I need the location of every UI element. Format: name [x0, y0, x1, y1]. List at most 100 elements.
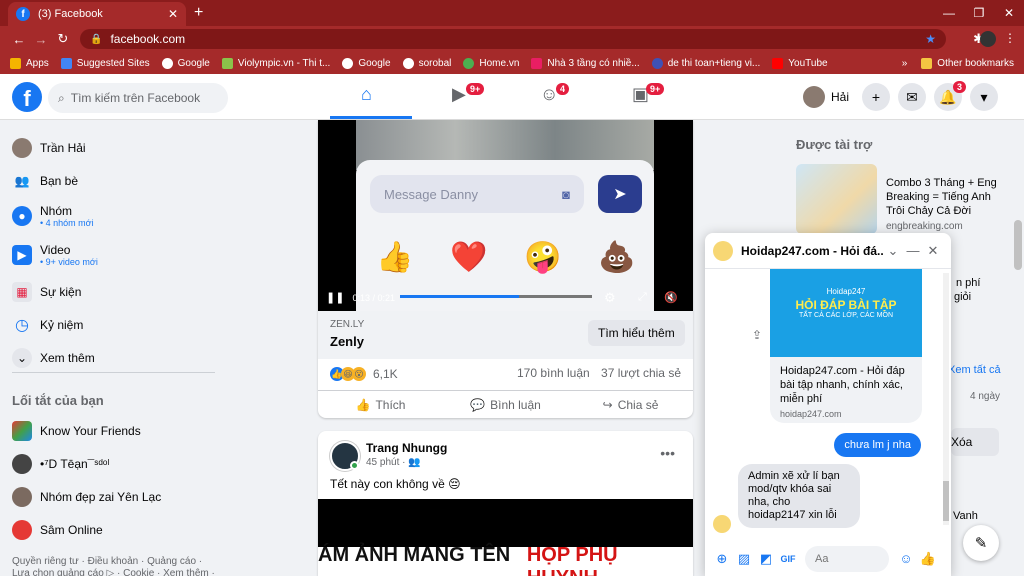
- sticker-icon[interactable]: ◩: [755, 551, 777, 567]
- more-options-icon[interactable]: •••: [660, 445, 675, 461]
- bookmark-nha-3-tang[interactable]: Nhà 3 tầng có nhiề...: [531, 57, 640, 69]
- facebook-logo[interactable]: f: [12, 82, 42, 112]
- browser-menu-icon[interactable]: ⋮: [1004, 31, 1016, 45]
- sidebar-item-sub: • 4 nhóm mới: [40, 218, 94, 228]
- game-icon: [12, 520, 32, 540]
- new-message-compose-icon[interactable]: ✎: [963, 525, 999, 561]
- violympic-icon: [221, 57, 233, 69]
- bookmark-google-2[interactable]: Google: [342, 57, 391, 69]
- plus-circle-icon[interactable]: ⊕: [711, 551, 733, 567]
- link-preview-card[interactable]: Hoidap247 HỎI ĐÁP BÀI TẬP TẤT CẢ CÁC LỚP…: [770, 269, 922, 423]
- active-tab-indicator: [330, 116, 412, 119]
- mute-icon[interactable]: 🔇: [664, 291, 678, 304]
- sidebar-item-events[interactable]: ▦ Sự kiện: [12, 282, 81, 302]
- page-scrollbar[interactable]: [1012, 120, 1024, 576]
- thumbs-up-send-icon[interactable]: 👍: [917, 551, 939, 567]
- messenger-chat-window: Hoidap247.com - Hỏi đá... ⌄ — ✕ ⇪ Hoidap…: [705, 233, 951, 576]
- minimize-icon[interactable]: —: [934, 0, 964, 26]
- photo-icon[interactable]: ▨: [733, 551, 755, 567]
- minimize-chat-icon[interactable]: —: [903, 243, 923, 258]
- card-brand: Hoidap247: [826, 287, 866, 296]
- sidebar-item-friends[interactable]: 👥 Bạn bè: [12, 171, 79, 191]
- bookmark-suggested-sites[interactable]: Suggested Sites: [60, 57, 150, 69]
- reload-icon[interactable]: ↻: [52, 31, 74, 47]
- delete-button[interactable]: Xóa: [951, 428, 999, 456]
- close-window-icon[interactable]: ✕: [994, 0, 1024, 26]
- pause-icon[interactable]: ❚❚: [326, 291, 344, 304]
- gif-icon[interactable]: GIF: [777, 554, 799, 564]
- maximize-icon[interactable]: ❐: [964, 0, 994, 26]
- scrollbar-thumb[interactable]: [943, 481, 949, 521]
- post-media[interactable]: ÁM ẢNH MANG TÊN - HỌP PHỤ HUYNH: [318, 499, 693, 576]
- footer-links[interactable]: Quyền riêng tư · Điều khoản · Quảng cáo …: [12, 556, 222, 576]
- settings-gear-icon[interactable]: ⚙: [604, 290, 616, 306]
- chat-scrollbar[interactable]: [943, 273, 949, 525]
- bookmark-youtube[interactable]: YouTube: [772, 57, 828, 69]
- like-button[interactable]: 👍 Thích: [318, 391, 443, 418]
- address-toolbar: ← → ↻ 🔒 facebook.com ★ ✱ ⋮: [0, 26, 1024, 52]
- sidebar-item-groups[interactable]: ● Nhóm • 4 nhóm mới: [12, 204, 94, 228]
- message-input[interactable]: [805, 545, 889, 572]
- see-all-link[interactable]: Xem tất cả: [948, 364, 1001, 376]
- ad-thumbnail[interactable]: [796, 164, 877, 234]
- sidebar-item-memories[interactable]: ◷ Kỷ niệm: [12, 315, 83, 335]
- folder-icon: [921, 57, 933, 69]
- bookmark-de-thi[interactable]: de thi toan+tieng vi...: [651, 57, 760, 69]
- shortcut-item[interactable]: Know Your Friends: [12, 421, 141, 441]
- create-button[interactable]: +: [862, 83, 890, 111]
- bookmark-star-icon[interactable]: ★: [925, 32, 936, 46]
- comments-count[interactable]: 170 bình luận: [517, 366, 590, 380]
- post-actions: 👍 Thích 💬 Bình luận ↪ Chia sẻ: [318, 390, 693, 418]
- close-chat-icon[interactable]: ✕: [923, 243, 943, 259]
- bookmark-google[interactable]: Google: [161, 57, 210, 69]
- sidebar-item-video[interactable]: ▶ Video • 9+ video mới: [12, 243, 98, 267]
- right-peek-text: Vanh: [953, 510, 978, 522]
- ad-text[interactable]: Combo 3 Tháng + Eng Breaking = Tiếng Anh…: [886, 176, 1012, 218]
- post-time[interactable]: 45 phút · 👥: [366, 457, 421, 468]
- sidebar-item-label: Sự kiện: [40, 285, 82, 299]
- profile-avatar[interactable]: [980, 31, 996, 47]
- video-player[interactable]: Message Danny ◙ ➤ 👍 ❤️ 🤪 💩 ❚❚ 0:13 / 0:2…: [318, 120, 693, 311]
- avatar[interactable]: [330, 441, 360, 471]
- account-menu-chevron-icon[interactable]: ▾: [970, 83, 998, 111]
- home-icon[interactable]: ⌂: [361, 84, 372, 105]
- close-tab-icon[interactable]: ✕: [168, 7, 178, 21]
- bookmark-homevn[interactable]: Home.vn: [463, 57, 519, 69]
- learn-more-button[interactable]: Tìm hiểu thêm: [588, 320, 685, 346]
- more-bookmarks-button[interactable]: »: [902, 58, 908, 69]
- post-author[interactable]: Trang Nhungg: [366, 441, 447, 455]
- video-message-placeholder: Message Danny: [384, 186, 478, 202]
- video-progress-fill: [400, 295, 520, 298]
- messenger-icon[interactable]: ✉: [898, 83, 926, 111]
- back-icon[interactable]: ←: [8, 32, 30, 47]
- url-bar[interactable]: 🔒 facebook.com ★: [80, 29, 946, 49]
- new-tab-button[interactable]: +: [194, 4, 203, 22]
- fullscreen-icon[interactable]: ⤢: [638, 291, 647, 304]
- scrollbar-thumb[interactable]: [1014, 220, 1022, 270]
- browser-tab[interactable]: f (3) Facebook ✕: [8, 2, 186, 26]
- video-progress-bar[interactable]: [400, 295, 592, 298]
- bookmark-apps[interactable]: Apps: [10, 57, 49, 69]
- shares-count[interactable]: 37 lượt chia sẻ: [601, 366, 681, 380]
- chat-header[interactable]: Hoidap247.com - Hỏi đá... ⌄ — ✕: [705, 233, 951, 269]
- emoji-icon[interactable]: ☺: [895, 551, 917, 566]
- search-box[interactable]: ⌕ Tìm kiếm trên Facebook: [48, 83, 228, 113]
- sidebar-item-profile[interactable]: Trần Hải: [12, 138, 86, 158]
- bookmark-violympic[interactable]: Violympic.vn - Thi t...: [221, 57, 330, 69]
- share-button[interactable]: ↪ Chia sẻ: [568, 391, 693, 418]
- chevron-down-icon[interactable]: ⌄: [883, 243, 903, 259]
- forward-icon[interactable]: →: [30, 32, 52, 47]
- shortcut-item[interactable]: •⁷D Tēạn¯ˢᵈᵒˡ: [12, 454, 109, 474]
- profile-shortcut[interactable]: Hải: [803, 86, 849, 108]
- comment-button[interactable]: 💬 Bình luận: [443, 391, 568, 418]
- sidebar-item-see-more[interactable]: ⌄ Xem thêm: [12, 348, 95, 368]
- shortcut-item[interactable]: Nhóm đẹp zai Yên Lạc: [12, 487, 161, 507]
- bookmark-sorobal[interactable]: sorobal: [402, 57, 451, 69]
- browser-tab-bar: f (3) Facebook ✕ + — ❐ ✕: [0, 0, 1024, 26]
- reactions-summary[interactable]: 👍😆 😮 6,1K: [330, 366, 398, 381]
- watch-icon[interactable]: ▶: [452, 84, 466, 105]
- shortcut-item[interactable]: Sâm Online: [12, 520, 103, 540]
- facebook-top-nav: f ⌕ Tìm kiếm trên Facebook ⌂ ▶ 9+ ☺ 4 ▣ …: [0, 74, 1024, 120]
- other-bookmarks-button[interactable]: Other bookmarks: [937, 58, 1014, 69]
- share-icon[interactable]: ⇪: [752, 328, 762, 342]
